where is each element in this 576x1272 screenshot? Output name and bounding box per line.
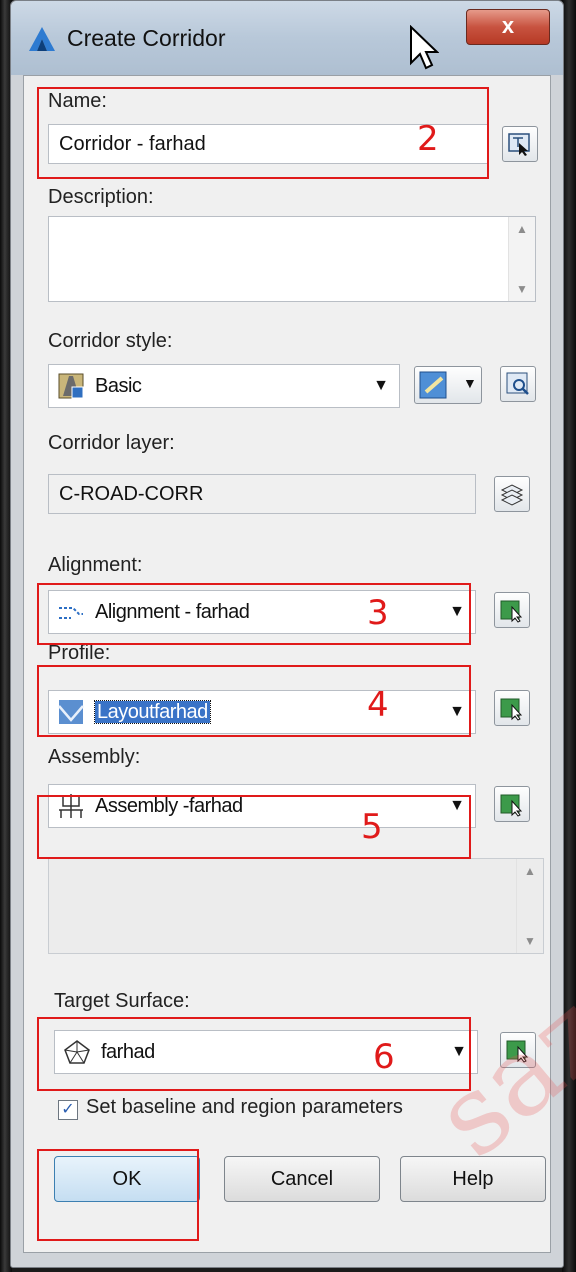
corridor-style-value: Basic: [95, 375, 142, 397]
profile-label: Profile:: [48, 642, 111, 664]
split-chevron-down-icon: ▼: [463, 375, 477, 391]
close-button[interactable]: x: [466, 9, 550, 45]
edit-style-icon: [419, 371, 447, 399]
annotation-number: 6: [373, 1037, 395, 1077]
scroll-down-arrow-icon[interactable]: ▼: [517, 929, 543, 953]
name-template-button[interactable]: [502, 126, 538, 162]
annotation-box-assembly: [37, 795, 471, 859]
civil3d-app-icon: [29, 27, 55, 51]
chevron-down-icon: ▼: [373, 377, 389, 394]
scroll-up-arrow-icon[interactable]: ▲: [509, 217, 535, 241]
corridor-style-select[interactable]: Basic ▼: [48, 364, 400, 408]
annotation-box-profile: [37, 665, 471, 737]
layer-select-button[interactable]: [494, 476, 530, 512]
preview-magnifier-icon: [506, 372, 529, 395]
target-surface-label: Target Surface:: [54, 990, 190, 1012]
annotation-box-ok: [37, 1149, 199, 1241]
alignment-label: Alignment:: [48, 554, 143, 576]
corridor-style-icon: [58, 373, 84, 399]
annotation-number: 3: [367, 593, 389, 633]
corridor-layer-field: C-ROAD-CORR: [48, 474, 476, 514]
alignment-pick-button[interactable]: [494, 592, 530, 628]
pick-from-drawing-icon: [500, 794, 523, 817]
pick-from-drawing-icon: [500, 600, 523, 623]
name-template-icon: [508, 133, 530, 156]
preview-style-button[interactable]: [500, 366, 536, 402]
corridor-layer-label: Corridor layer:: [48, 432, 175, 454]
create-corridor-dialog: Create Corridor x Name: Corridor - farha…: [10, 0, 576, 1268]
layers-icon: [500, 484, 524, 506]
mouse-cursor-icon: [410, 25, 439, 70]
baseline-checkbox-label: Set baseline and region parameters: [86, 1096, 403, 1118]
edit-style-split-button[interactable]: ▼: [414, 366, 482, 404]
assembly-list-scrollbar[interactable]: ▲ ▼: [516, 859, 543, 953]
cancel-button[interactable]: Cancel: [224, 1156, 380, 1202]
description-scrollbar[interactable]: ▲ ▼: [508, 217, 535, 301]
annotation-number: 5: [361, 807, 383, 847]
scroll-down-arrow-icon[interactable]: ▼: [509, 277, 535, 301]
assembly-details-list[interactable]: ▲ ▼: [48, 858, 544, 954]
description-label: Description:: [48, 186, 154, 208]
annotation-box-alignment: [37, 583, 471, 645]
assembly-pick-button[interactable]: [494, 786, 530, 822]
assembly-label: Assembly:: [48, 746, 141, 768]
description-textarea[interactable]: ▲ ▼: [48, 216, 536, 302]
annotation-box-target-surface: [37, 1017, 471, 1091]
annotation-number: 4: [367, 685, 389, 725]
scroll-up-arrow-icon[interactable]: ▲: [517, 859, 543, 883]
pick-from-drawing-icon: [500, 698, 523, 721]
baseline-checkbox[interactable]: ✓: [58, 1100, 78, 1120]
corridor-style-label: Corridor style:: [48, 330, 173, 352]
profile-pick-button[interactable]: [494, 690, 530, 726]
title-bar[interactable]: Create Corridor x: [11, 1, 563, 75]
help-button[interactable]: Help: [400, 1156, 546, 1202]
annotation-number: 2: [417, 119, 439, 159]
window-title: Create Corridor: [67, 25, 226, 51]
